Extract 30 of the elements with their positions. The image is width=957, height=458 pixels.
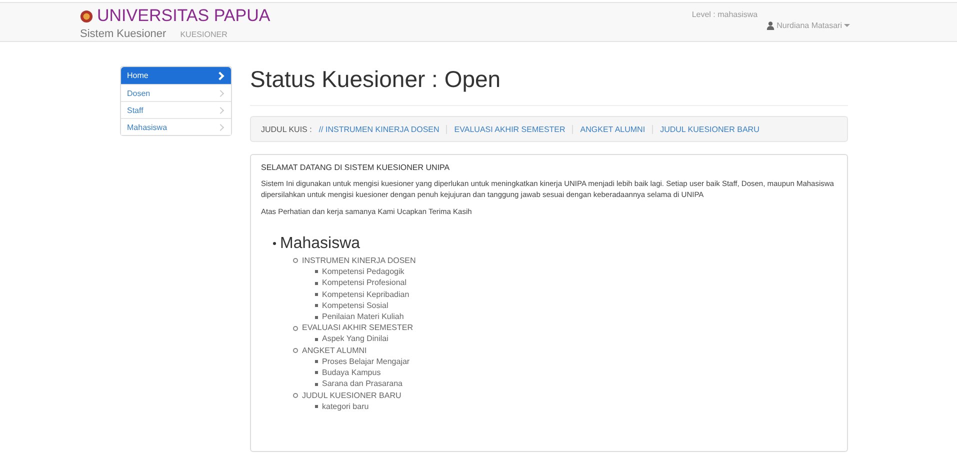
category-link[interactable]: ANGKET ALUMNI [293,344,837,356]
subcategory-link[interactable]: Kompetensi Pedagogik [315,266,837,278]
subcategory-link[interactable]: Aspek Yang Dinilai [315,333,837,345]
subcategory-link[interactable]: Penilaian Materi Kuliah [315,311,837,322]
category-link[interactable]: INSTRUMEN KINERJA DOSEN [293,255,837,266]
user-icon [766,20,775,30]
breadcrumb-label: JUDUL KUIS : [261,124,312,134]
subcategory-link[interactable]: Kompetensi Kepribadian [315,288,837,300]
breadcrumb-link[interactable]: ANGKET ALUMNI [580,124,646,134]
subcategory-link[interactable]: Kompetensi Sosial [315,300,837,312]
sidebar-item[interactable]: Home [121,67,231,84]
subcategory-link[interactable]: kategori baru [315,400,837,412]
page-title: Status Kuesioner : Open [250,66,848,106]
subcategory-link[interactable]: Kompetensi Profesional [315,277,837,289]
university-logo-icon [80,10,93,22]
breadcrumb-link[interactable]: EVALUASI AKHIR SEMESTER [454,124,566,134]
subcategory-link[interactable]: Budaya Kampus [315,367,837,378]
brand-link[interactable]: UNIVERSITAS PAPUA [97,7,270,25]
category-link[interactable]: EVALUASI AKHIR SEMESTER [293,322,837,334]
subcategory-link[interactable]: Sarana dan Prasarana [315,378,837,390]
breadcrumb-link[interactable]: JUDUL KUESIONER BARU [660,124,760,134]
app-subtitle: Sistem Kuesioner [80,28,166,40]
subcategory-link[interactable]: Proses Belajar Mengajar [315,356,837,368]
category-link[interactable]: JUDUL KUESIONER BARU [293,390,837,401]
user-level: Level : mahasiswa [692,10,758,21]
caret-icon [844,24,850,26]
sidebar-item[interactable]: Mahasiswa [121,118,231,135]
breadcrumb-link[interactable]: // INSTRUMEN KINERJA DOSEN [318,124,440,134]
welcome-heading: SELAMAT DATANG DI SISTEM KUESIONER UNIPA [261,163,451,172]
section-heading: Mahasiswa [273,235,837,253]
